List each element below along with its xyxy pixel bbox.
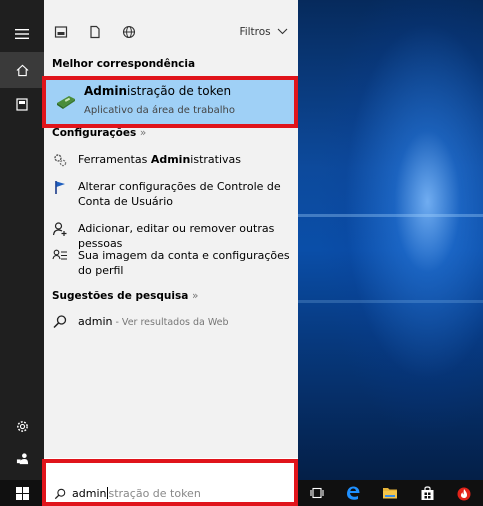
store-bag-icon	[421, 485, 433, 500]
filter-bar: Filtros	[44, 18, 298, 46]
highlight-box-search	[42, 459, 298, 506]
flame-icon	[457, 487, 471, 501]
file-explorer-button[interactable]	[381, 484, 399, 502]
search-icon	[53, 315, 67, 329]
web-filter-icon[interactable]	[122, 25, 136, 39]
task-view-button[interactable]	[308, 484, 326, 502]
person-icon	[16, 452, 28, 464]
settings-item-label: Sua imagem da conta e configurações do p…	[78, 249, 290, 277]
home-icon	[16, 64, 28, 76]
apps-filter-icon[interactable]	[54, 25, 68, 39]
start-left-rail	[0, 0, 44, 480]
search-results-panel: Filtros Melhor correspondência Administr…	[44, 0, 298, 458]
settings-item-label: Ferramentas Administrativas	[78, 153, 241, 166]
settings-button[interactable]	[0, 408, 44, 444]
filters-label: Filtros	[239, 26, 271, 38]
settings-item-label: Alterar configurações de Controle de Con…	[78, 180, 281, 208]
light-beam	[298, 214, 483, 217]
folder-icon	[383, 488, 397, 499]
user-feedback-button[interactable]	[0, 440, 44, 476]
settings-item-label: Adicionar, editar ou remover outras pess…	[78, 222, 275, 250]
filters-dropdown[interactable]: Filtros	[239, 26, 288, 38]
task-view-icon	[310, 487, 324, 499]
search-suggestions-header: Sugestões de pesquisa »	[52, 290, 199, 302]
settings-header: Configurações »	[52, 127, 147, 139]
hamburger-menu-button[interactable]	[0, 16, 44, 52]
highlight-box-best-match	[42, 76, 298, 128]
add-person-icon	[52, 222, 67, 236]
security-app-button[interactable]	[455, 484, 473, 502]
uac-flag-icon	[55, 181, 65, 194]
documents-button[interactable]	[0, 86, 44, 122]
gear-icon	[16, 420, 28, 432]
hamburger-icon	[15, 29, 29, 39]
light-beam	[298, 300, 483, 303]
document-icon	[16, 97, 28, 111]
admin-tools-icon	[54, 154, 67, 167]
edge-icon	[347, 486, 360, 500]
desktop-background	[298, 0, 483, 480]
best-match-header: Melhor correspondência	[52, 58, 196, 70]
account-picture-icon	[52, 249, 67, 260]
start-button[interactable]	[13, 484, 31, 502]
edge-browser-button[interactable]	[344, 484, 362, 502]
store-button[interactable]	[418, 484, 436, 502]
documents-filter-icon[interactable]	[88, 25, 102, 39]
chevron-down-icon	[277, 28, 288, 35]
home-button[interactable]	[0, 52, 44, 88]
web-suggestion-label: admin - Ver resultados da Web	[78, 315, 229, 328]
windows-logo-icon	[15, 486, 29, 500]
